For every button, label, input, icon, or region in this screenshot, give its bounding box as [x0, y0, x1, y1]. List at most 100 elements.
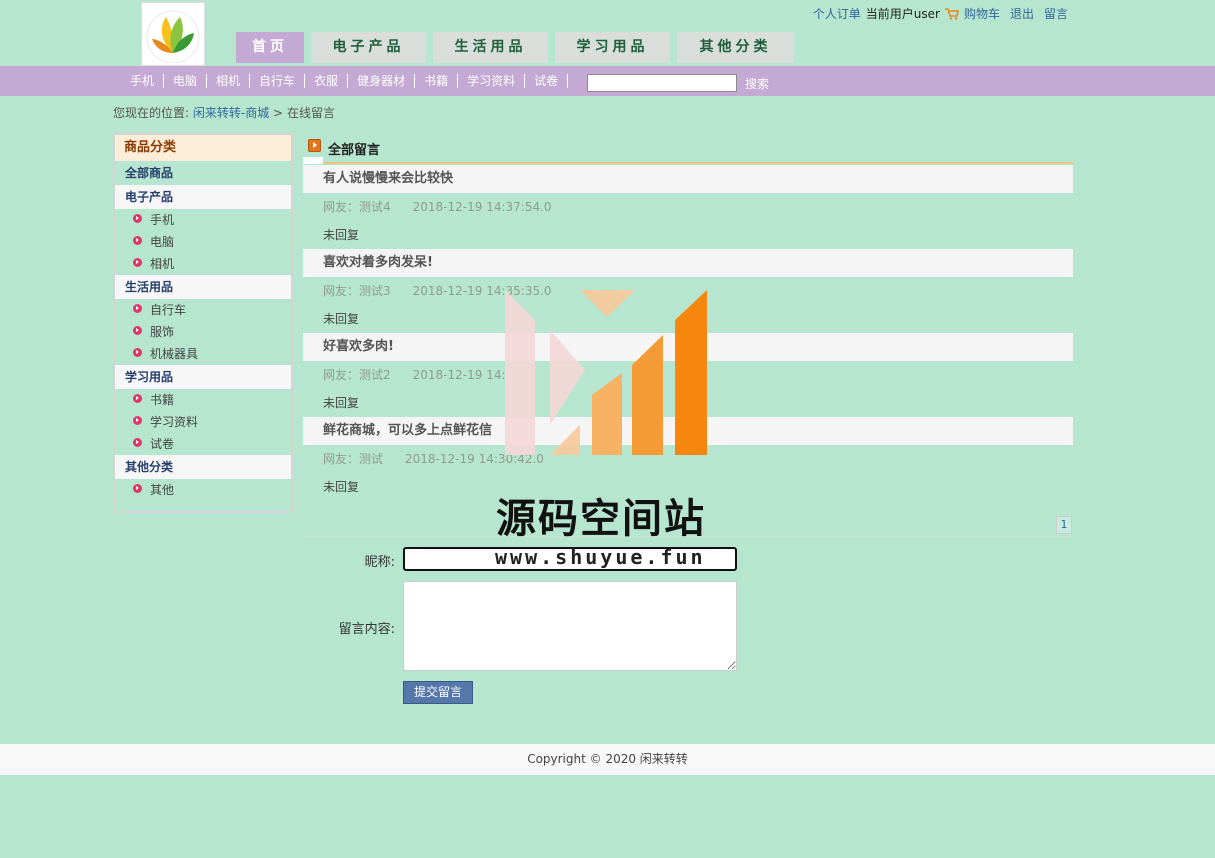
subnav-fitness[interactable]: 健身器材: [348, 74, 416, 88]
main-nav: 首页 电子产品 生活用品 学习用品 其他分类: [236, 32, 794, 63]
sidebar-category-daily[interactable]: 生活用品: [115, 275, 291, 299]
page-number-button[interactable]: 1: [1056, 516, 1072, 534]
subnav-computer[interactable]: 电脑: [164, 74, 208, 88]
breadcrumb: 您现在的位置: 闲来转转-商城 > 在线留言: [113, 104, 335, 121]
sidebar-category-electronics[interactable]: 电子产品: [115, 185, 291, 209]
sidebar-item-computer[interactable]: 电脑: [115, 231, 291, 253]
subnav-study-materials[interactable]: 学习资料: [458, 74, 526, 88]
tab-study-goods[interactable]: 学习用品: [555, 32, 670, 63]
top-links: 个人订单 当前用户user 购物车 退出 留言: [813, 5, 1068, 22]
sidebar-item-study-materials[interactable]: 学习资料: [115, 411, 291, 433]
sidebar-item-label: 电脑: [150, 235, 175, 249]
sidebar-item-machinery[interactable]: 机械器具: [115, 343, 291, 365]
message-author: 网友：测试3: [323, 284, 391, 298]
tab-electronics[interactable]: 电子产品: [311, 32, 426, 63]
cart-link[interactable]: 购物车: [964, 5, 1000, 22]
sidebar-item-other[interactable]: 其他: [115, 479, 291, 501]
message-meta: 网友：测试2 2018-12-19 14:: [303, 361, 1073, 389]
watermark-url: www.shuyue.fun: [495, 545, 706, 569]
title-underline-accent: [303, 157, 323, 164]
message-meta: 网友：测试4 2018-12-19 14:37:54.0: [303, 193, 1073, 221]
sidebar-title: 商品分类: [115, 135, 291, 161]
message-subject: 有人说慢慢来会比较快: [303, 165, 1073, 193]
tab-other[interactable]: 其他分类: [677, 32, 794, 63]
sidebar-item-label: 机械器具: [150, 347, 199, 361]
message-reply-status: 未回复: [323, 396, 360, 410]
bullet-arrow-icon: [133, 438, 142, 447]
sub-nav: 手机 电脑 相机 自行车 衣服 健身器材 书籍 学习资料 试卷 搜索: [0, 66, 1215, 96]
nickname-label: 昵称:: [364, 555, 395, 570]
bullet-arrow-icon: [133, 236, 142, 245]
subnav-phone[interactable]: 手机: [121, 74, 165, 88]
sidebar-item-exams[interactable]: 试卷: [115, 433, 291, 455]
sidebar-item-label: 试卷: [150, 437, 175, 451]
logout-link[interactable]: 退出: [1010, 5, 1034, 22]
message-content-textarea[interactable]: [403, 581, 737, 671]
submit-message-button[interactable]: 提交留言: [403, 681, 473, 704]
tab-home[interactable]: 首页: [236, 32, 304, 63]
bullet-arrow-icon: [133, 214, 142, 223]
message-reply-status: 未回复: [323, 312, 360, 326]
sidebar-item-label: 自行车: [150, 303, 187, 317]
message-time: 2018-12-19 14:30:42.0: [405, 452, 544, 466]
message-author: 网友：测试4: [323, 200, 391, 214]
message-author: 网友：测试2: [323, 368, 391, 382]
bullet-arrow-icon: [133, 258, 142, 267]
bullet-arrow-icon: [133, 394, 142, 403]
sidebar-item-apparel[interactable]: 服饰: [115, 321, 291, 343]
search-input[interactable]: [587, 74, 737, 92]
footer-copyright: Copyright © 2020 闲来转转: [0, 744, 1215, 775]
bullet-arrow-icon: [133, 348, 142, 357]
sidebar-item-label: 服饰: [150, 325, 175, 339]
current-user-label: 当前用户user: [865, 7, 940, 21]
message-item: 好喜欢多肉! 网友：测试2 2018-12-19 14: 未回复: [303, 333, 1073, 417]
sidebar-item-label: 其他: [150, 483, 175, 497]
tab-daily-goods[interactable]: 生活用品: [433, 32, 548, 63]
content-label: 留言内容:: [338, 622, 395, 637]
message-reply-status: 未回复: [323, 228, 360, 242]
messages-section-header: 全部留言: [303, 135, 1073, 164]
search-button[interactable]: 搜索: [745, 75, 769, 92]
message-author: 网友：测试: [323, 452, 384, 466]
cart-icon[interactable]: [944, 7, 959, 20]
leaf-logo-icon: [145, 6, 201, 63]
message-time: 2018-12-19 14:35:35.0: [412, 284, 552, 298]
sidebar-item-label: 学习资料: [150, 415, 199, 429]
sidebar-item-phone[interactable]: 手机: [115, 209, 291, 231]
my-orders-link[interactable]: 个人订单: [813, 5, 861, 22]
bullet-arrow-icon: [133, 484, 142, 493]
sidebar-item-camera[interactable]: 相机: [115, 253, 291, 275]
subnav-exams[interactable]: 试卷: [525, 74, 569, 88]
messages-section-title: 全部留言: [328, 143, 381, 158]
breadcrumb-separator: >: [273, 106, 284, 120]
subnav-clothes[interactable]: 衣服: [305, 74, 349, 88]
site-logo[interactable]: [141, 2, 205, 66]
bullet-arrow-icon: [133, 326, 142, 335]
bullet-arrow-icon: [133, 416, 142, 425]
message-subject: 喜欢对着多肉发呆!: [303, 249, 1073, 277]
breadcrumb-prefix: 您现在的位置:: [113, 106, 190, 120]
sidebar-item-bicycle[interactable]: 自行车: [115, 299, 291, 321]
bullet-arrow-icon: [133, 304, 142, 313]
message-item: 喜欢对着多肉发呆! 网友：测试3 2018-12-19 14:35:35.0 未回…: [303, 249, 1073, 333]
message-meta: 网友：测试3 2018-12-19 14:35:35.0: [303, 277, 1073, 305]
breadcrumb-current: 在线留言: [286, 106, 335, 120]
message-time: 2018-12-19 14:37:54.0: [412, 200, 552, 214]
sidebar-all-products[interactable]: 全部商品: [115, 161, 291, 185]
category-sidebar: 商品分类 全部商品 电子产品 手机 电脑 相机 生活用品 自行车 服饰 机械器具…: [113, 133, 293, 513]
message-meta: 网友：测试 2018-12-19 14:30:42.0: [303, 445, 1073, 473]
sidebar-item-label: 手机: [150, 213, 175, 227]
message-link[interactable]: 留言: [1044, 5, 1068, 22]
sidebar-item-books[interactable]: 书籍: [115, 389, 291, 411]
sidebar-category-study[interactable]: 学习用品: [115, 365, 291, 389]
message-subject: 鲜花商城，可以多上点鲜花信: [303, 417, 1073, 445]
subnav-camera[interactable]: 相机: [207, 74, 251, 88]
message-time: 2018-12-19 14:: [412, 368, 506, 382]
subnav-books[interactable]: 书籍: [415, 74, 459, 88]
breadcrumb-home-link[interactable]: 闲来转转-商城: [193, 106, 269, 120]
watermark-title: 源码空间站: [496, 496, 706, 542]
sidebar-item-label: 书籍: [150, 393, 175, 407]
arrow-right-icon: [308, 139, 321, 152]
sidebar-category-other[interactable]: 其他分类: [115, 455, 291, 479]
subnav-bicycle[interactable]: 自行车: [250, 74, 306, 88]
